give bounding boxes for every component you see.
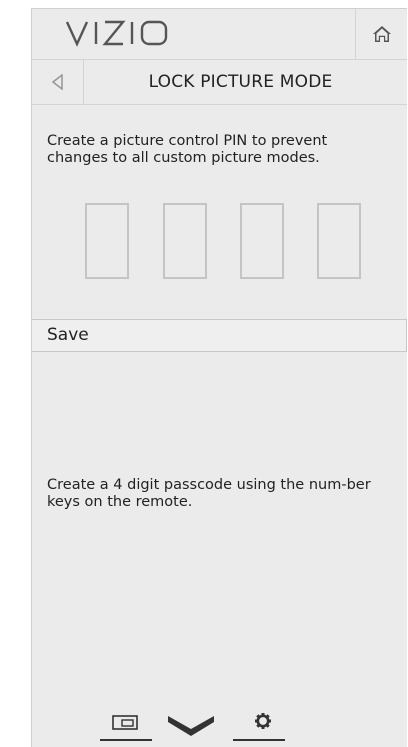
gear-icon (233, 713, 285, 741)
title-bar: LOCK PICTURE MODE (32, 60, 407, 105)
back-arrow-icon (51, 74, 63, 90)
page-title: LOCK PICTURE MODE (148, 72, 333, 92)
input-icon (100, 715, 152, 741)
settings-panel: LOCK PICTURE MODE Create a picture contr… (31, 8, 407, 747)
pin-digit-4[interactable] (317, 203, 361, 279)
home-icon (372, 26, 391, 42)
down-button[interactable] (166, 709, 218, 745)
vizio-logo-mark (65, 20, 168, 47)
chevron-down-icon (168, 716, 214, 736)
pin-digit-2[interactable] (163, 203, 207, 279)
top-bar (32, 9, 407, 60)
back-button[interactable] (32, 60, 84, 104)
description-text: Create a picture control PIN to prevent … (47, 133, 328, 166)
pin-digit-1[interactable] (85, 203, 129, 279)
home-button[interactable] (355, 9, 407, 59)
save-button[interactable]: Save (32, 319, 407, 352)
hint-text: Create a 4 digit passcode using the num-… (47, 477, 371, 510)
bottom-nav (32, 709, 407, 745)
input-button[interactable] (100, 709, 152, 745)
vizio-logo (65, 19, 175, 51)
settings-button[interactable] (227, 709, 287, 745)
pin-digit-3[interactable] (240, 203, 284, 279)
